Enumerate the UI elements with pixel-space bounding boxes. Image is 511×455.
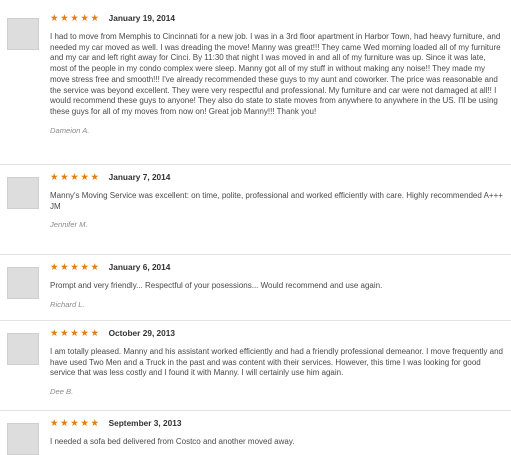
review-text: I am totally pleased. Manny and his assi… [50,347,506,378]
review-item: ★★★★★ January 6, 2014 Prompt and very fr… [0,254,511,317]
user-placeholder-icon [8,178,38,208]
review-date: January 7, 2014 [108,172,171,182]
rating-stars: ★★★★★ [50,261,101,273]
rating-stars: ★★★★★ [50,12,101,24]
avatar [7,423,39,455]
user-placeholder-icon [8,19,38,49]
review-date: January 19, 2014 [108,13,176,23]
user-placeholder-icon [8,334,38,364]
review-text: Prompt and very friendly... Respectful o… [50,281,383,290]
avatar [7,267,39,299]
avatar [7,18,39,50]
review-author: Jennifer M. [50,220,88,230]
review-list: ★★★★★ January 19, 2014 I had to move fro… [0,0,511,455]
review-date: January 6, 2014 [108,262,171,272]
rating-stars: ★★★★★ [50,417,101,429]
review-text: I needed a sofa bed delivered from Costc… [50,437,295,446]
review-item: ★★★★★ October 29, 2013 I am totally plea… [0,320,511,407]
review-text: Manny's Moving Service was excellent: on… [50,191,503,211]
review-author: Dameion A. [50,125,90,135]
review-item: ★★★★★ January 19, 2014 I had to move fro… [0,6,511,158]
review-author: Dee B. [50,387,74,397]
review-author: Richard L. [50,299,85,309]
rating-stars: ★★★★★ [50,327,101,339]
avatar [7,177,39,209]
user-placeholder-icon [8,268,38,298]
review-item: ★★★★★ September 3, 2013 I needed a sofa … [0,410,511,455]
review-date: October 29, 2013 [108,328,176,338]
avatar [7,333,39,365]
rating-stars: ★★★★★ [50,171,101,183]
review-item: ★★★★★ January 7, 2014 Manny's Moving Ser… [0,164,511,251]
review-text: I had to move from Memphis to Cincinnati… [50,32,503,116]
review-date: September 3, 2013 [108,418,182,428]
